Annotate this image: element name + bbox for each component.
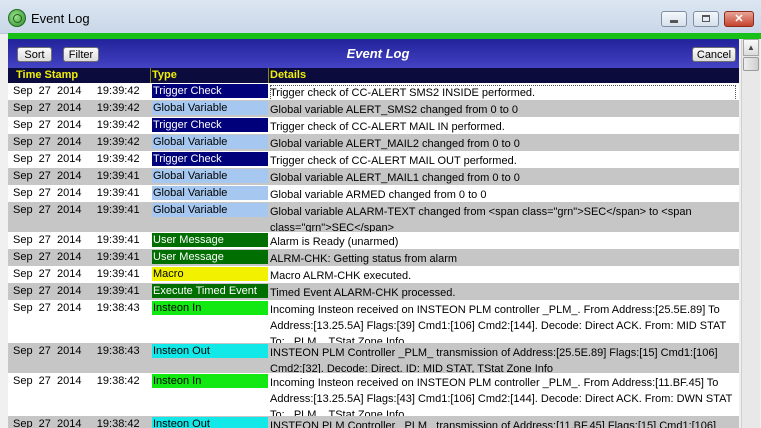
- type-cell: Execute Timed Event: [152, 284, 268, 298]
- scroll-up-icon[interactable]: ▲: [743, 39, 759, 56]
- column-separator[interactable]: [150, 68, 151, 83]
- column-header-row: Time Stamp Type Details: [8, 68, 739, 83]
- timestamp-cell: Sep 27 2014 19:39:41: [13, 285, 140, 297]
- type-cell: Insteon In: [152, 301, 268, 315]
- close-icon: ✕: [734, 13, 744, 25]
- timestamp-cell: Sep 27 2014 19:39:42: [13, 153, 140, 165]
- table-row[interactable]: Sep 27 2014 19:38:42 Insteon In Incoming I…: [8, 373, 739, 416]
- type-cell: Trigger Check: [152, 84, 268, 98]
- type-cell: Trigger Check: [152, 152, 268, 166]
- filter-button[interactable]: Filter: [63, 47, 99, 62]
- details-cell: Global variable ALERT_MAIL1 changed from…: [270, 172, 520, 184]
- details-cell: Trigger check of CC-ALERT MAIL OUT perfo…: [270, 155, 517, 167]
- type-cell: Global Variable: [152, 169, 268, 183]
- toolbar-title: Event Log: [346, 46, 410, 61]
- timestamp-cell: Sep 27 2014 19:38:42: [13, 375, 140, 387]
- timestamp-cell: Sep 27 2014 19:39:42: [13, 119, 140, 131]
- type-cell: Global Variable: [152, 135, 268, 149]
- type-cell: Macro: [152, 267, 268, 281]
- details-cell: Incoming Insteon received on INSTEON PLM…: [270, 304, 727, 343]
- type-cell: Global Variable: [152, 203, 268, 217]
- maximize-icon: [702, 15, 710, 22]
- details-cell: Trigger check of CC-ALERT MAIL IN perfor…: [270, 121, 505, 133]
- table-row[interactable]: Sep 27 2014 19:39:41 User Message Alarm is…: [8, 232, 739, 249]
- timestamp-cell: Sep 27 2014 19:39:41: [13, 234, 140, 246]
- type-cell: Global Variable: [152, 101, 268, 115]
- details-cell: Alarm is Ready (unarmed): [270, 236, 399, 248]
- close-button[interactable]: ✕: [724, 11, 754, 27]
- table-row[interactable]: Sep 27 2014 19:38:43 Insteon In Incoming I…: [8, 300, 739, 343]
- table-row[interactable]: Sep 27 2014 19:39:42 Global Variable Globa…: [8, 100, 739, 117]
- type-cell: Global Variable: [152, 186, 268, 200]
- window-title: Event Log: [31, 11, 90, 26]
- table-row[interactable]: Sep 27 2014 19:39:42 Global Variable Globa…: [8, 134, 739, 151]
- table-row[interactable]: Sep 27 2014 19:39:41 Execute Timed Event T…: [8, 283, 739, 300]
- table-row[interactable]: Sep 27 2014 19:38:43 Insteon Out INSTEON P…: [8, 343, 739, 373]
- timestamp-cell: Sep 27 2014 19:39:41: [13, 187, 140, 199]
- event-log-window: Event Log ✕ Sort Filter Event Log Cancel…: [0, 0, 761, 428]
- details-cell: INSTEON PLM Controller _PLM_ transmissio…: [270, 347, 718, 373]
- table-row[interactable]: Sep 27 2014 19:39:41 User Message ALRM-CHK…: [8, 249, 739, 266]
- title-bar[interactable]: Event Log ✕: [0, 0, 761, 34]
- details-cell: Global variable ALERT_SMS2 changed from …: [270, 104, 519, 116]
- type-cell: Insteon Out: [152, 344, 268, 358]
- scrollbar-thumb[interactable]: [743, 57, 759, 71]
- details-cell: Macro ALRM-CHK executed.: [270, 270, 412, 282]
- timestamp-cell: Sep 27 2014 19:38:43: [13, 302, 140, 314]
- details-cell: Global variable ALARM-TEXT changed from …: [270, 206, 692, 232]
- type-cell: User Message: [152, 233, 268, 247]
- sort-button[interactable]: Sort: [17, 47, 52, 62]
- details-cell: Global variable ARMED changed from 0 to …: [270, 189, 487, 201]
- timestamp-cell: Sep 27 2014 19:38:43: [13, 345, 140, 357]
- column-header-timestamp[interactable]: Time Stamp: [16, 68, 78, 83]
- timestamp-cell: Sep 27 2014 19:39:42: [13, 102, 140, 114]
- table-row[interactable]: Sep 27 2014 19:39:42 Trigger Check Trigger…: [8, 151, 739, 168]
- insteon-globe-icon: [8, 9, 26, 27]
- minimize-button[interactable]: [661, 11, 687, 27]
- timestamp-cell: Sep 27 2014 19:39:42: [13, 85, 140, 97]
- cancel-button[interactable]: Cancel: [692, 47, 736, 62]
- table-row[interactable]: Sep 27 2014 19:39:42 Trigger Check Trigger…: [8, 117, 739, 134]
- table-row[interactable]: Sep 27 2014 19:39:41 Global Variable Globa…: [8, 168, 739, 185]
- type-cell: Insteon Out: [152, 417, 268, 428]
- table-row[interactable]: Sep 27 2014 19:39:41 Global Variable Globa…: [8, 185, 739, 202]
- details-cell: ALRM-CHK: Getting status from alarm: [270, 253, 458, 265]
- type-cell: Trigger Check: [152, 118, 268, 132]
- type-cell: Insteon In: [152, 374, 268, 388]
- vertical-scrollbar[interactable]: ▲: [741, 39, 760, 428]
- type-cell: User Message: [152, 250, 268, 264]
- timestamp-cell: Sep 27 2014 19:38:42: [13, 418, 140, 428]
- details-cell: Trigger check of CC-ALERT SMS2 INSIDE pe…: [270, 85, 736, 100]
- details-cell: Timed Event ALARM-CHK processed.: [270, 287, 456, 299]
- table-row[interactable]: Sep 27 2014 19:39:42 Trigger Check Trigger…: [8, 83, 739, 100]
- details-cell: Global variable ALERT_MAIL2 changed from…: [270, 138, 520, 150]
- table-row[interactable]: Sep 27 2014 19:39:41 Global Variable Globa…: [8, 202, 739, 232]
- timestamp-cell: Sep 27 2014 19:39:41: [13, 170, 140, 182]
- timestamp-cell: Sep 27 2014 19:39:41: [13, 251, 140, 263]
- details-cell: INSTEON PLM Controller _PLM_ transmissio…: [270, 420, 717, 428]
- column-separator[interactable]: [268, 68, 269, 83]
- minimize-icon: [670, 20, 678, 23]
- table-row[interactable]: Sep 27 2014 19:38:42 Insteon Out INSTEON P…: [8, 416, 739, 428]
- details-cell: Incoming Insteon received on INSTEON PLM…: [270, 377, 733, 416]
- timestamp-cell: Sep 27 2014 19:39:42: [13, 136, 140, 148]
- timestamp-cell: Sep 27 2014 19:39:41: [13, 268, 140, 280]
- maximize-button[interactable]: [693, 11, 719, 27]
- toolbar: Sort Filter Event Log Cancel: [8, 39, 739, 68]
- table-row[interactable]: Sep 27 2014 19:39:41 Macro Macro ALRM-CHK …: [8, 266, 739, 283]
- column-header-details[interactable]: Details: [270, 68, 306, 83]
- timestamp-cell: Sep 27 2014 19:39:41: [13, 204, 140, 216]
- column-header-type[interactable]: Type: [152, 68, 177, 83]
